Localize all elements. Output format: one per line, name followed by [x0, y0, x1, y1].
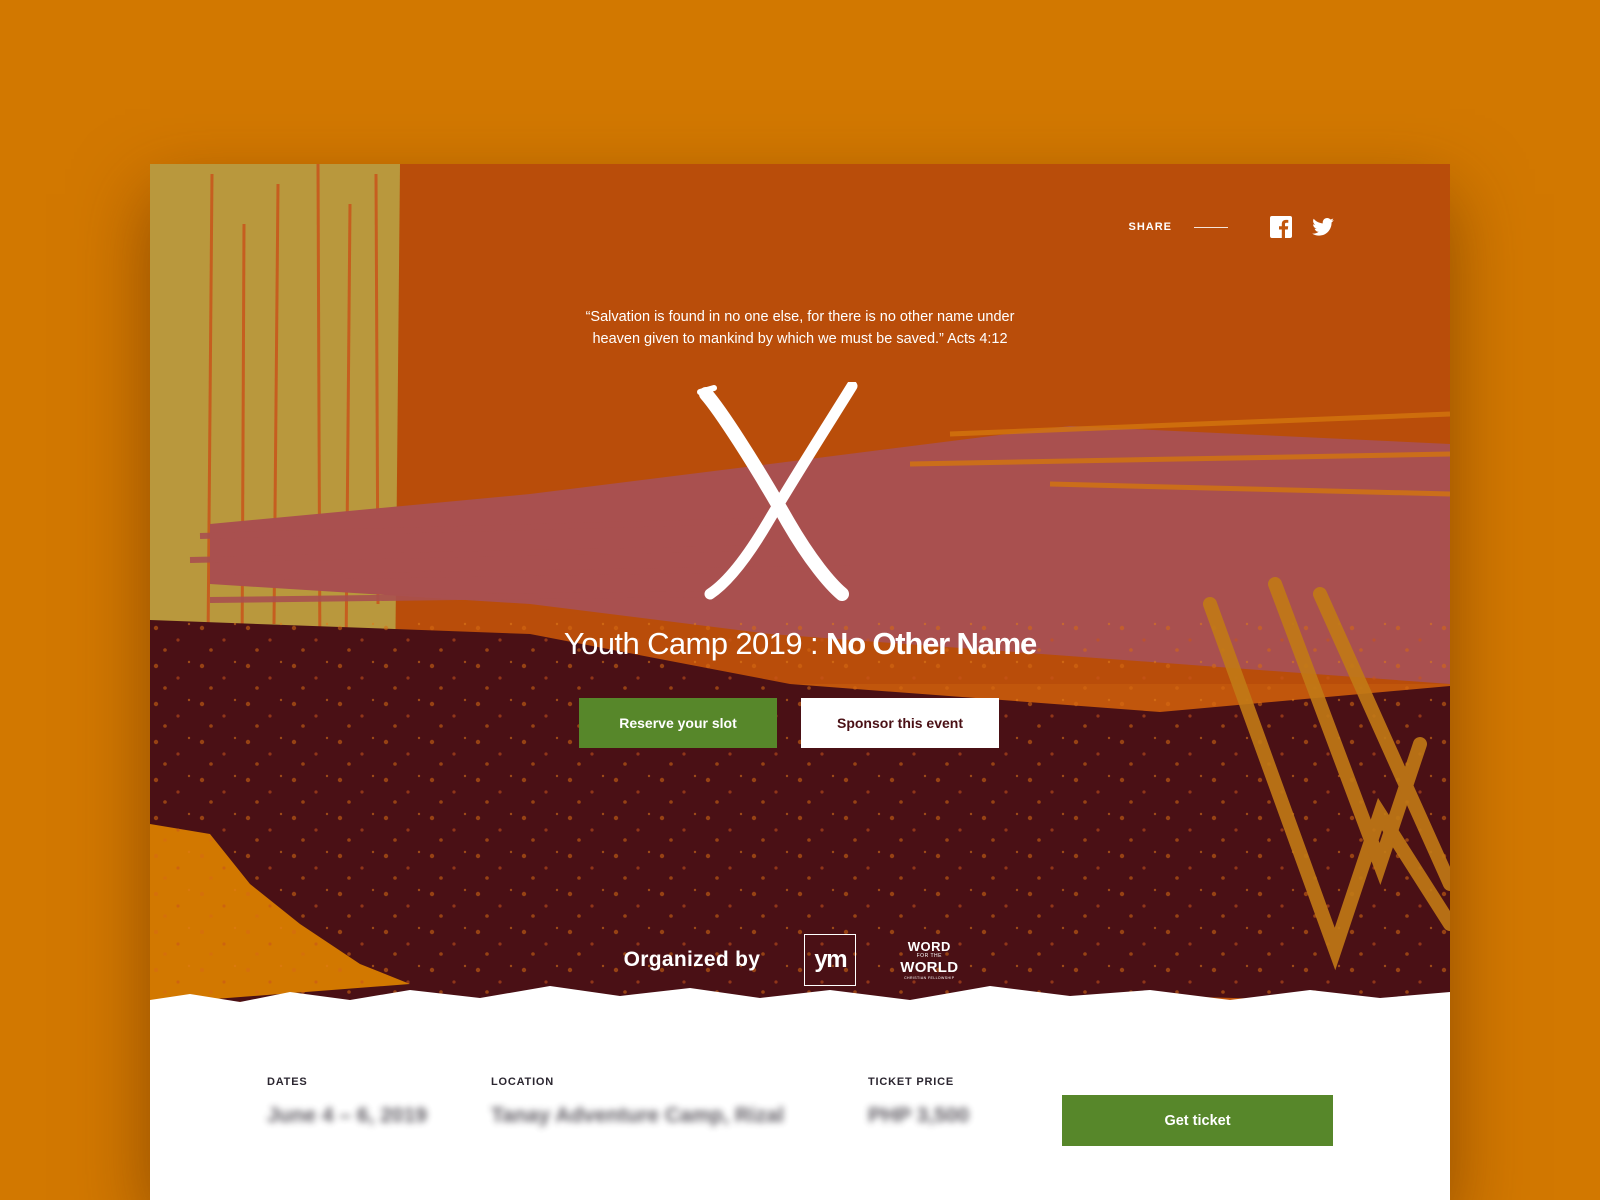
event-title-name: No Other Name [826, 626, 1037, 661]
organized-by-label: Organized by [623, 948, 761, 971]
bible-verse-quote: “Salvation is found in no one else, for … [150, 306, 1450, 350]
quote-line-2: heaven given to mankind by which we must… [592, 331, 1008, 347]
quote-line-1: “Salvation is found in no one else, for … [585, 309, 1015, 325]
hero-background-art [150, 164, 1450, 1044]
word-for-the-world-logo: WORD FOR THE WORLD CHRISTIAN FELLOWSHIP [900, 940, 958, 981]
hero-banner: SHARE “Salvation is found in no one else… [150, 164, 1450, 1044]
get-ticket-button[interactable]: Get ticket [1062, 1095, 1333, 1146]
reserve-slot-button[interactable]: Reserve your slot [579, 698, 777, 748]
twitter-icon[interactable] [1312, 218, 1334, 236]
wfw-logo-line-4: CHRISTIAN FELLOWSHIP [904, 975, 955, 980]
ym-logo: ym [804, 934, 857, 986]
location-value: Tanay Adventure Camp, Rizal [491, 1104, 784, 1127]
dates-field: DATES June 4 – 6, 2019 [267, 1076, 427, 1128]
wfw-logo-line-2: FOR THE [916, 952, 942, 959]
event-card: SHARE “Salvation is found in no one else… [150, 164, 1450, 1200]
location-label: LOCATION [491, 1076, 555, 1088]
wfw-logo-line-3: WORLD [900, 958, 959, 976]
sponsor-event-button[interactable]: Sponsor this event [801, 698, 999, 748]
dates-value: June 4 – 6, 2019 [267, 1104, 427, 1127]
wfw-logo-line-1: WORD [907, 938, 951, 954]
ticket-price-field: TICKET PRICE PHP 3,500 [868, 1076, 969, 1128]
organizers-section: Organized by ym WORD FOR THE WORLD CHRIS… [150, 934, 1450, 986]
share-bar: SHARE [1128, 216, 1334, 238]
share-divider [1194, 226, 1228, 228]
ticket-price-value: PHP 3,500 [868, 1104, 970, 1127]
location-field: LOCATION Tanay Adventure Camp, Rizal [491, 1076, 784, 1128]
dates-label: DATES [267, 1076, 308, 1088]
share-label: SHARE [1128, 221, 1172, 233]
ticket-price-label: TICKET PRICE [868, 1076, 954, 1088]
event-title-prefix: Youth Camp 2019 : [563, 626, 827, 661]
event-title: Youth Camp 2019 : No Other Name [150, 626, 1450, 662]
facebook-icon[interactable] [1270, 216, 1292, 238]
brush-x-logo [697, 382, 858, 601]
